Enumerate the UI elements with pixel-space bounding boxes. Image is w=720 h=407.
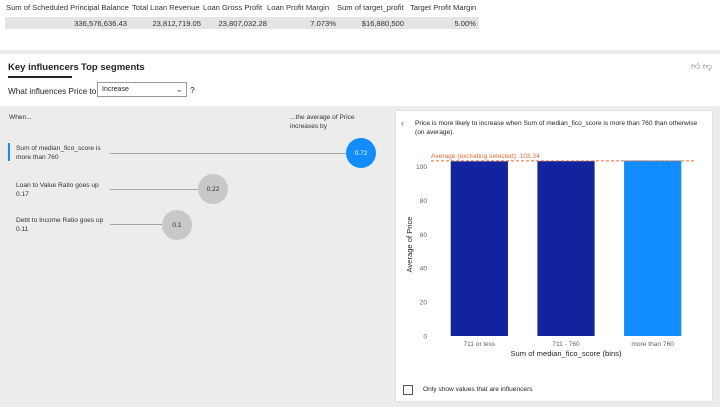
x-tick-label: 711 or less — [463, 341, 495, 348]
x-axis-title: Sum of median_fico_score (bins) — [510, 349, 621, 358]
influencer-label[interactable]: Debt to Income Ratio goes up 0.11 — [16, 216, 108, 234]
bar[interactable] — [624, 160, 682, 336]
table-cell: 7.073% — [310, 19, 336, 28]
selected-indicator — [8, 143, 10, 161]
influencers-list: When... ...the average of Price increase… — [0, 106, 392, 407]
active-tab-indicator — [8, 76, 72, 78]
feedback-icons: 👍︎ 👎︎ — [691, 61, 712, 72]
influencer-bubble[interactable]: 0.72 — [346, 138, 376, 168]
table-cell: 23,807,032.28 — [218, 19, 267, 28]
y-tick-label: 80 — [420, 198, 428, 205]
key-influencers-visual: Key influencers Top segments 👍︎ 👎︎ What … — [0, 54, 720, 407]
y-tick-label: 0 — [423, 334, 427, 341]
y-tick-label: 60 — [420, 232, 428, 239]
bar[interactable] — [450, 161, 508, 336]
summary-table: Sum of Scheduled Principal Balance Total… — [0, 0, 720, 50]
influencers-only-checkbox[interactable] — [403, 385, 413, 395]
detail-description: Price is more likely to increase when Su… — [415, 120, 698, 136]
help-icon[interactable]: ? — [190, 85, 195, 95]
average-header: ...the average of Price increases by — [290, 114, 355, 130]
price-bar-chart: 0 20 40 60 80 100 711 or less 711 - 760 more tha… — [405, 153, 696, 358]
y-tick-label: 40 — [420, 266, 428, 273]
bar[interactable] — [537, 161, 595, 336]
table-header[interactable]: Sum of Scheduled Principal Balance — [6, 3, 129, 12]
x-tick-label: 711 - 760 — [552, 341, 580, 348]
influencer-label[interactable]: Sum of median_fico_score is more than 76… — [16, 144, 116, 162]
connector-line — [110, 189, 198, 190]
detail-panel: ‹ Price is more likely to increase when … — [392, 106, 720, 407]
table-cell: 336,576,636.43 — [74, 19, 127, 28]
detail-card: ‹ Price is more likely to increase when … — [395, 110, 713, 402]
checkbox-label: Only show values that are influencers — [423, 386, 533, 393]
thumbs-down-icon[interactable]: 👎︎ — [703, 61, 712, 71]
back-arrow-icon[interactable]: ‹ — [401, 118, 404, 128]
tab-key-influencers[interactable]: Key influencers — [8, 62, 79, 73]
table-header[interactable]: Target Profit Margin — [410, 3, 476, 12]
table-cell: $16,880,500 — [361, 19, 404, 28]
connector-line — [110, 153, 346, 154]
y-axis-title: Average of Price — [405, 216, 414, 272]
table-header[interactable]: Loan Gross Profit — [203, 3, 262, 12]
influencer-label[interactable]: Loan to Value Ratio goes up 0.17 — [16, 181, 108, 199]
table-header[interactable]: Loan Profit Margin — [267, 3, 329, 12]
question-label: What influences Price to — [8, 87, 97, 96]
table-cell: 23,812,719.05 — [152, 19, 201, 28]
reference-line-label: Average (excluding selected): 103.34 — [431, 153, 540, 160]
influencer-bubble[interactable]: 0.1 — [162, 210, 192, 240]
table-header[interactable]: Total Loan Revenue — [132, 3, 200, 12]
influencer-bubble[interactable]: 0.22 — [198, 174, 228, 204]
table-header[interactable]: Sum of target_profit — [337, 3, 404, 12]
tab-top-segments[interactable]: Top segments — [81, 62, 145, 73]
y-tick-label: 100 — [416, 164, 427, 171]
x-tick-label: more than 760 — [631, 341, 674, 348]
chevron-down-icon: ⌄ — [175, 84, 183, 94]
when-header: When... — [9, 114, 32, 121]
thumbs-up-icon[interactable]: 👍︎ — [691, 61, 700, 71]
table-cell: 5.00% — [454, 19, 476, 28]
y-tick-label: 20 — [420, 300, 428, 307]
increase-dropdown[interactable]: Increase ⌄ — [97, 82, 187, 97]
table-row: 336,576,636.43 23,812,719.05 23,807,032.… — [5, 17, 479, 29]
dropdown-value: Increase — [102, 86, 129, 93]
connector-line — [110, 224, 162, 225]
